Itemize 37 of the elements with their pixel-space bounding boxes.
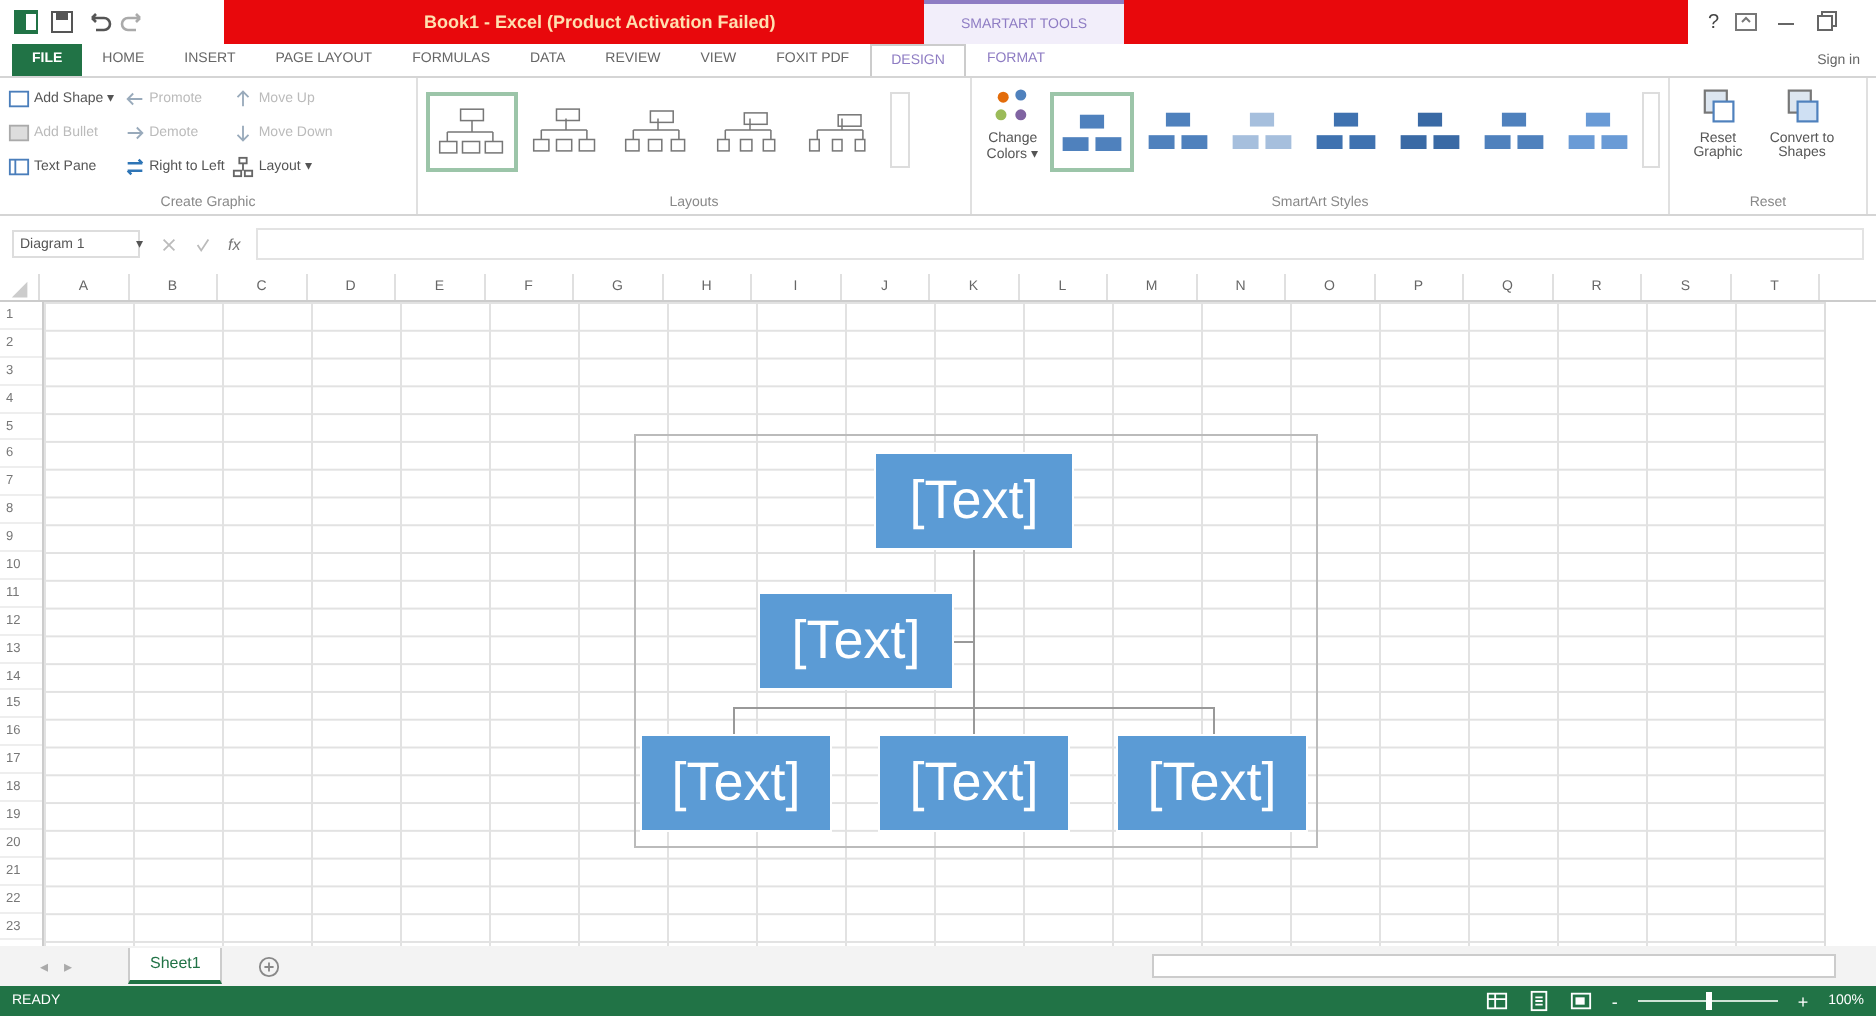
add-bullet-icon bbox=[8, 121, 30, 143]
excel-logo-icon[interactable] bbox=[12, 8, 40, 36]
gallery-scrollbar[interactable] bbox=[890, 92, 910, 168]
window-title: Book1 - Excel (Product Activation Failed) bbox=[424, 12, 776, 32]
up-arrow-icon bbox=[232, 87, 255, 109]
smartart-shape[interactable]: [Text] bbox=[878, 734, 1070, 832]
insert-function-button[interactable]: fx bbox=[228, 235, 241, 253]
smartart-shape[interactable]: [Text] bbox=[640, 734, 832, 832]
horizontal-scrollbar[interactable] bbox=[1152, 954, 1836, 978]
gallery-scrollbar[interactable] bbox=[1641, 92, 1660, 168]
help-button[interactable]: ? bbox=[1708, 11, 1720, 33]
smartart-shape[interactable]: [Text] bbox=[874, 452, 1074, 550]
check-icon[interactable] bbox=[194, 235, 212, 253]
add-sheet-icon[interactable] bbox=[258, 955, 281, 977]
formula-input[interactable] bbox=[256, 228, 1864, 260]
layout-thumbnail[interactable] bbox=[426, 92, 518, 172]
zoom-out-button[interactable]: - bbox=[1611, 991, 1618, 1011]
hierarchy-icon bbox=[232, 155, 255, 177]
text-pane-icon bbox=[8, 155, 30, 177]
zoom-in-button[interactable]: + bbox=[1797, 991, 1809, 1011]
smartart-shape[interactable]: [Text] bbox=[1116, 734, 1308, 832]
restore-icon[interactable] bbox=[1811, 8, 1840, 36]
smartart-frame[interactable] bbox=[634, 434, 1318, 848]
normal-view-icon[interactable] bbox=[1485, 990, 1508, 1012]
style-thumbnail[interactable] bbox=[1049, 92, 1134, 172]
sheet-tab[interactable]: Sheet1 bbox=[128, 948, 223, 984]
swap-arrows-icon bbox=[123, 155, 146, 177]
ribbon-options-icon[interactable] bbox=[1731, 8, 1760, 36]
left-arrow-icon bbox=[123, 87, 146, 109]
down-arrow-icon bbox=[232, 121, 255, 143]
page-layout-icon[interactable] bbox=[1527, 990, 1550, 1012]
page-break-icon[interactable] bbox=[1569, 990, 1592, 1012]
smartart-shape[interactable]: [Text] bbox=[758, 592, 954, 690]
save-icon[interactable] bbox=[48, 8, 76, 36]
zoom-thumb[interactable] bbox=[1705, 992, 1712, 1010]
add-shape-icon bbox=[8, 87, 30, 109]
right-arrow-icon bbox=[123, 121, 146, 143]
